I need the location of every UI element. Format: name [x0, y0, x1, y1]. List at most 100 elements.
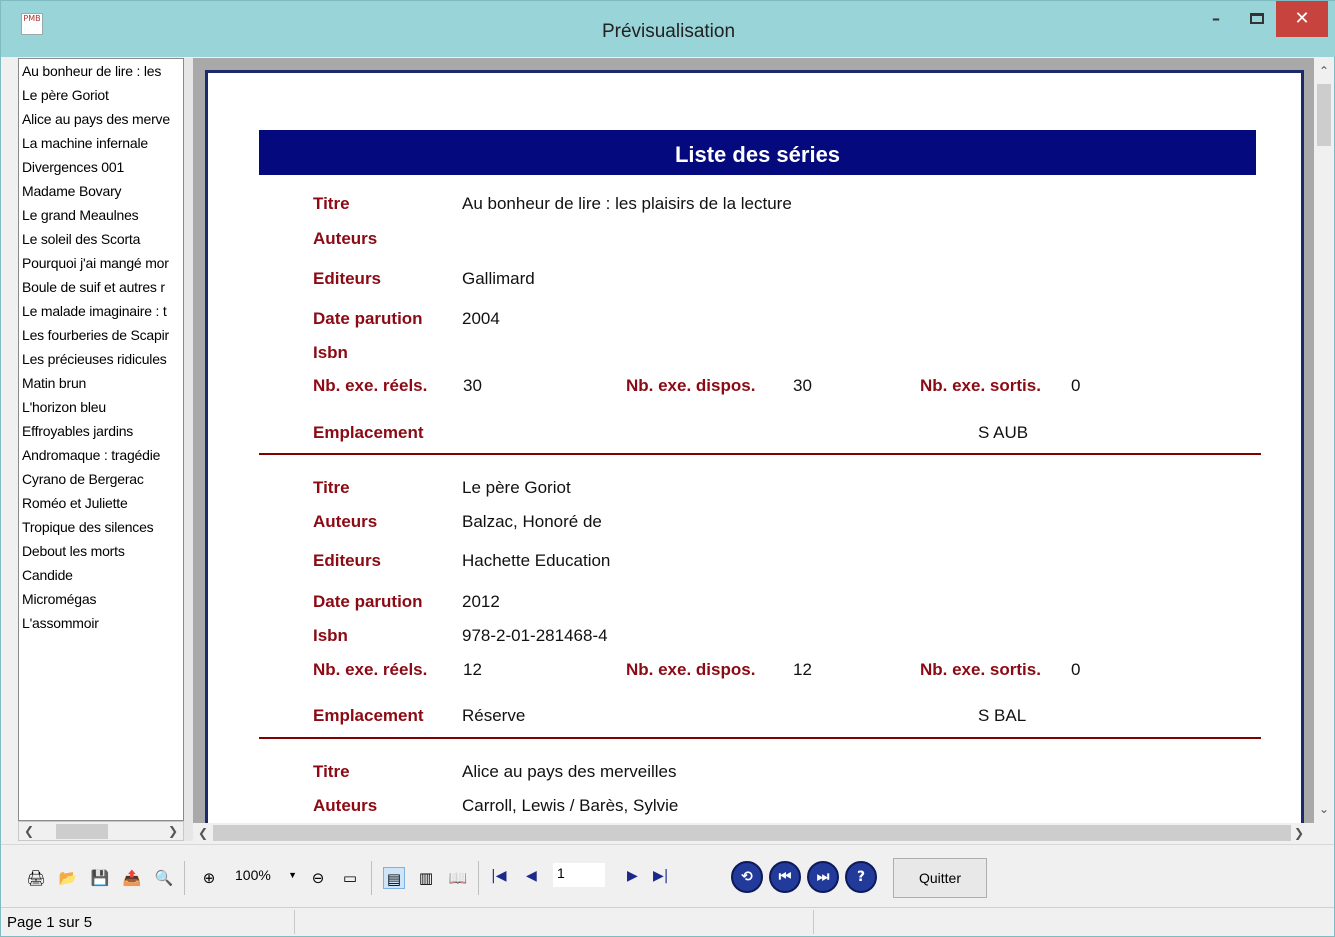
- label-sortis: Nb. exe. sortis.: [920, 376, 1041, 395]
- list-item[interactable]: Pourquoi j'ai mangé mor: [19, 251, 183, 275]
- title-bar: PMB Prévisualisation – ✕: [1, 1, 1335, 57]
- help-circle-icon[interactable]: ?: [845, 861, 877, 893]
- list-item[interactable]: Les fourberies de Scapir: [19, 323, 183, 347]
- label-titre: Titre: [313, 762, 350, 781]
- preview-vscrollbar[interactable]: ⌃ ⌄: [1314, 58, 1334, 823]
- scroll-up-icon[interactable]: ⌃: [1314, 62, 1334, 80]
- value-dispos: 12: [793, 660, 812, 679]
- label-reels: Nb. exe. réels.: [313, 660, 428, 679]
- zoom-in-icon[interactable]: ⊕: [198, 867, 220, 889]
- status-divider: [813, 910, 814, 934]
- value-editeurs: Hachette Education: [462, 551, 611, 570]
- maximize-button[interactable]: [1239, 1, 1275, 37]
- list-item[interactable]: Roméo et Juliette: [19, 491, 183, 515]
- find-icon[interactable]: 🔍: [153, 867, 175, 889]
- close-button[interactable]: ✕: [1276, 1, 1328, 37]
- preview-window: PMB Prévisualisation – ✕ Au bonheur de l…: [0, 0, 1335, 937]
- record-separator: [259, 453, 1261, 455]
- report-title: Liste des séries: [259, 130, 1256, 175]
- chevron-down-icon: ▼: [288, 870, 297, 880]
- scroll-thumb[interactable]: [56, 824, 108, 839]
- zoom-out-icon[interactable]: ⊖: [307, 867, 329, 889]
- list-item[interactable]: Effroyables jardins: [19, 419, 183, 443]
- splitter[interactable]: [184, 58, 193, 841]
- value-reels: 30: [463, 376, 482, 395]
- page-number-input[interactable]: 1: [553, 863, 605, 887]
- page-status: Page 1 sur 5: [7, 914, 93, 931]
- previous-circle-icon[interactable]: ⏮: [769, 861, 801, 893]
- last-page-icon[interactable]: ▶|: [653, 868, 668, 884]
- list-item[interactable]: La machine infernale: [19, 131, 183, 155]
- first-page-icon[interactable]: |◀: [491, 868, 506, 884]
- preview-hscrollbar[interactable]: ❮ ❯: [193, 823, 1314, 843]
- label-reels: Nb. exe. réels.: [313, 376, 428, 395]
- list-item[interactable]: Alice au pays des merve: [19, 107, 183, 131]
- scroll-left-icon[interactable]: ❮: [19, 822, 39, 840]
- list-item[interactable]: Les précieuses ridicules: [19, 347, 183, 371]
- label-auteurs: Auteurs: [313, 512, 378, 531]
- list-item[interactable]: Matin brun: [19, 371, 183, 395]
- minimize-button[interactable]: –: [1193, 1, 1239, 37]
- book-view-icon[interactable]: 📖: [447, 867, 469, 889]
- value-cote: S BAL: [978, 706, 1027, 725]
- value-editeurs: Gallimard: [462, 269, 535, 288]
- list-item[interactable]: Andromaque : tragédie: [19, 443, 183, 467]
- label-emplacement: Emplacement: [313, 706, 424, 725]
- value-date: 2012: [462, 592, 500, 611]
- status-bar: Page 1 sur 5: [1, 907, 1334, 936]
- list-item[interactable]: Cyrano de Bergerac: [19, 467, 183, 491]
- list-item[interactable]: L'horizon bleu: [19, 395, 183, 419]
- list-item[interactable]: Le grand Meaulnes: [19, 203, 183, 227]
- list-item[interactable]: Au bonheur de lire : les: [19, 59, 183, 83]
- prev-page-icon[interactable]: ◀: [526, 868, 537, 884]
- list-item[interactable]: Divergences 001: [19, 155, 183, 179]
- report-preview-area: Liste des séries Titre Au bonheur de lir…: [193, 58, 1314, 823]
- list-item[interactable]: Boule de suif et autres r: [19, 275, 183, 299]
- scroll-thumb[interactable]: [213, 825, 1291, 841]
- full-page-icon[interactable]: ▭: [339, 867, 361, 889]
- scroll-right-icon[interactable]: ❯: [1289, 824, 1309, 842]
- value-isbn: 978-2-01-281468-4: [462, 626, 608, 645]
- series-list[interactable]: Au bonheur de lire : les Le père Goriot Al…: [18, 58, 184, 821]
- label-editeurs: Editeurs: [313, 551, 382, 570]
- value-titre: Au bonheur de lire : les plaisirs de la …: [462, 194, 792, 213]
- export-icon[interactable]: 📤: [121, 867, 143, 889]
- value-cote: S AUB: [978, 423, 1029, 442]
- toolbar: 🖨 📂 💾 📤 🔍 ⊕ 100% ▼ ⊖ ▭ ▤ ▥ 📖 |◀ ◀ 1 ▶ ▶| …: [1, 844, 1334, 907]
- list-item[interactable]: Madame Bovary: [19, 179, 183, 203]
- list-item[interactable]: Le soleil des Scorta: [19, 227, 183, 251]
- toolbar-separator: [184, 861, 185, 895]
- zoom-value: 100%: [235, 867, 271, 883]
- scroll-down-icon[interactable]: ⌄: [1314, 800, 1334, 818]
- toolbar-separator: [478, 861, 479, 895]
- list-item[interactable]: Debout les morts: [19, 539, 183, 563]
- label-sortis: Nb. exe. sortis.: [920, 660, 1041, 679]
- two-pages-icon[interactable]: ▥: [415, 867, 437, 889]
- scroll-left-icon[interactable]: ❮: [193, 824, 213, 842]
- open-folder-icon[interactable]: 📂: [57, 867, 79, 889]
- list-item[interactable]: Candide: [19, 563, 183, 587]
- save-icon[interactable]: 💾: [89, 867, 111, 889]
- list-item[interactable]: Tropique des silences: [19, 515, 183, 539]
- value-titre: Le père Goriot: [462, 478, 571, 497]
- value-reels: 12: [463, 660, 482, 679]
- next-page-icon[interactable]: ▶: [627, 868, 638, 884]
- quit-button[interactable]: Quitter: [893, 858, 987, 898]
- scroll-right-icon[interactable]: ❯: [163, 822, 183, 840]
- zoom-select[interactable]: 100% ▼: [233, 863, 299, 889]
- single-page-icon[interactable]: ▤: [383, 867, 405, 889]
- series-list-hscrollbar[interactable]: ❮ ❯: [18, 821, 184, 841]
- list-item[interactable]: L'assommoir: [19, 611, 183, 635]
- list-item[interactable]: Micromégas: [19, 587, 183, 611]
- print-icon[interactable]: 🖨: [25, 867, 47, 889]
- value-auteurs: Balzac, Honoré de: [462, 512, 602, 531]
- back-circle-icon[interactable]: ⟲: [731, 861, 763, 893]
- next-circle-icon[interactable]: ⏭: [807, 861, 839, 893]
- label-dispos: Nb. exe. dispos.: [626, 660, 756, 679]
- list-item[interactable]: Le père Goriot: [19, 83, 183, 107]
- label-emplacement: Emplacement: [313, 423, 424, 442]
- label-editeurs: Editeurs: [313, 269, 382, 288]
- label-dispos: Nb. exe. dispos.: [626, 376, 756, 395]
- list-item[interactable]: Le malade imaginaire : t: [19, 299, 183, 323]
- scroll-thumb[interactable]: [1317, 84, 1331, 146]
